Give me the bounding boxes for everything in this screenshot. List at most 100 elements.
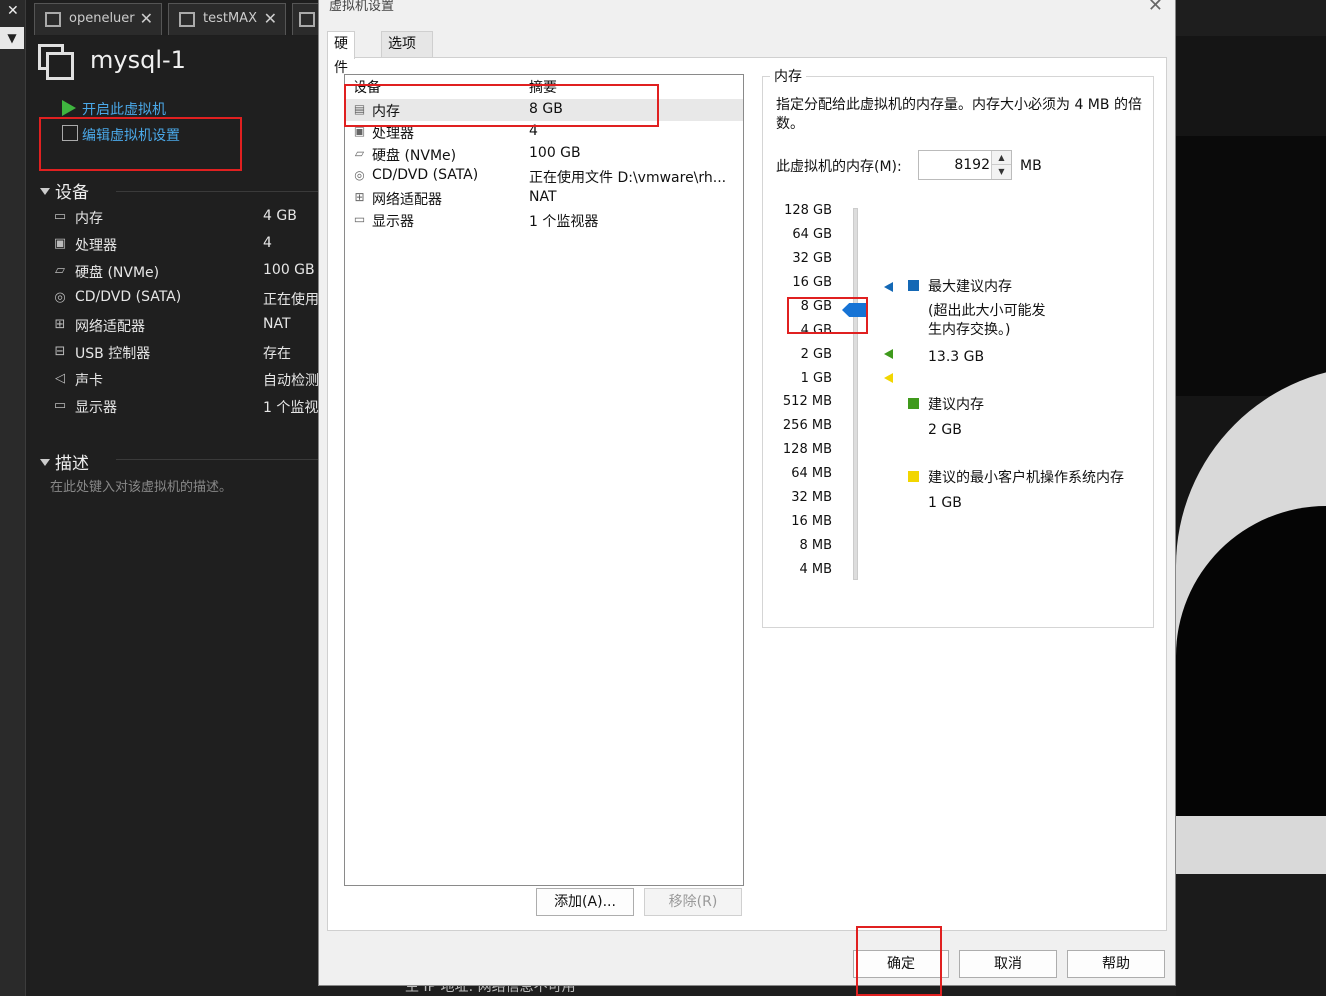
scale-label: 64 GB [792, 227, 832, 242]
device-value: 自动检测 [263, 373, 319, 389]
network-icon: ⊞ [354, 190, 365, 204]
tab-testmax[interactable]: testMAX ✕ [168, 3, 286, 35]
max-recommended-note: (超出此大小可能发生内存交换。) [928, 303, 1046, 338]
device-list[interactable]: 设备 摘要 ▤ 内存 8 GB ▣ 处理器 4 ▱ 硬盘 (NVMe) 100 GB ◎ CD… [344, 74, 744, 886]
description-section-header[interactable]: 描述 [40, 449, 89, 474]
row-summary: 1 个监视器 [529, 214, 599, 230]
row-summary: 100 GB [529, 145, 581, 161]
device-value: 存在 [263, 346, 291, 362]
row-name: 网络适配器 [372, 192, 442, 208]
device-value: 100 GB [263, 262, 315, 278]
cd-icon: ◎ [354, 168, 365, 182]
stepper-arrows: ▲ ▼ [991, 151, 1011, 179]
memory-group-label: 内存 [770, 66, 806, 86]
devices-section-header[interactable]: 设备 [40, 178, 89, 203]
blue-square-icon [908, 280, 919, 291]
scale-label: 256 MB [782, 418, 832, 433]
memory-unit: MB [1020, 158, 1042, 174]
disk-icon: ▱ [55, 263, 65, 278]
device-item-cpu[interactable]: ▣ 处理器 4 [50, 233, 320, 257]
device-item-usb[interactable]: ⊟ USB 控制器 存在 [50, 341, 320, 365]
tab-label: testMAX [203, 11, 257, 26]
cancel-button[interactable]: 取消 [959, 950, 1057, 978]
memory-description: 指定分配给此虚拟机的内存量。内存大小必须为 4 MB 的倍数。 [776, 97, 1142, 132]
memory-input[interactable] [920, 153, 990, 177]
description-header-label: 描述 [55, 454, 89, 474]
divider [116, 191, 320, 192]
device-value: 4 GB [263, 208, 297, 224]
console-background [1176, 36, 1326, 996]
memory-slider-track[interactable] [853, 208, 858, 580]
vm-running-icon [299, 12, 315, 27]
device-item-sound[interactable]: ◁ 声卡 自动检测 [50, 368, 320, 392]
device-value: 4 [263, 235, 272, 251]
cd-icon: ◎ [54, 290, 66, 305]
close-icon[interactable]: ✕ [1148, 0, 1163, 16]
min-guest-marker-icon [884, 373, 893, 383]
max-recommended-marker-icon [884, 282, 893, 292]
tab-openeluer[interactable]: openeluer ✕ [34, 3, 162, 35]
device-name: 硬盘 (NVMe) [75, 265, 160, 281]
yellow-square-icon [908, 471, 919, 482]
add-button[interactable]: 添加(A)... [536, 888, 634, 916]
vm-summary-panel: mysql-1 开启此虚拟机 编辑虚拟机设置 设备 ▭ 内存 4 GB ▣ 处理器 4 … [30, 36, 320, 996]
scale-label: 4 MB [799, 562, 832, 577]
devices-header-label: 设备 [55, 183, 89, 203]
device-row-display[interactable]: ▭ 显示器 1 个监视器 [345, 209, 743, 231]
decrement-icon[interactable]: ▼ [992, 165, 1011, 179]
vm-tabs: openeluer ✕ testMAX ✕ [30, 0, 330, 36]
scale-label: 128 GB [784, 203, 832, 218]
device-row-disk[interactable]: ▱ 硬盘 (NVMe) 100 GB [345, 143, 743, 165]
sound-icon: ◁ [55, 371, 65, 386]
increment-icon[interactable]: ▲ [992, 151, 1011, 165]
close-icon[interactable]: ✕ [7, 3, 19, 19]
scale-label: 32 GB [792, 251, 832, 266]
device-name: 网络适配器 [75, 319, 145, 335]
scale-label: 64 MB [791, 466, 832, 481]
cpu-icon: ▣ [53, 236, 67, 251]
scale-label: 1 GB [800, 371, 832, 386]
max-recommended-value: 13.3 GB [928, 349, 985, 365]
play-icon[interactable] [62, 100, 76, 116]
help-button[interactable]: 帮助 [1067, 950, 1165, 978]
row-summary: 正在使用文件 D:\vmware\rh... [529, 170, 727, 186]
memory-stepper: ▲ ▼ [918, 150, 1012, 180]
scale-label: 8 MB [799, 538, 832, 553]
dropdown-button[interactable]: ▼ [0, 27, 24, 49]
tab-label: openeluer [69, 11, 135, 26]
scale-label: 16 MB [791, 514, 832, 529]
power-on-link[interactable]: 开启此虚拟机 [82, 99, 166, 119]
usb-icon: ⊟ [54, 344, 66, 359]
device-name: CD/DVD (SATA) [75, 289, 182, 305]
display-icon: ▭ [353, 212, 366, 226]
scale-label: 16 GB [792, 275, 832, 290]
device-row-cd[interactable]: ◎ CD/DVD (SATA) 正在使用文件 D:\vmware\rh... [345, 165, 743, 187]
vm-title: mysql-1 [90, 46, 186, 74]
device-item-display[interactable]: ▭ 显示器 1 个监视 [50, 395, 320, 419]
min-guest-value: 1 GB [928, 495, 962, 511]
device-item-disk[interactable]: ▱ 硬盘 (NVMe) 100 GB [50, 260, 320, 284]
vm-icon [38, 44, 74, 80]
recommended-marker-icon [884, 349, 893, 359]
device-name: USB 控制器 [75, 346, 151, 362]
device-name: 声卡 [75, 373, 103, 389]
recommended-value: 2 GB [928, 422, 962, 438]
tab-hardware[interactable]: 硬件 [327, 31, 355, 76]
memory-field-label: 此虚拟机的内存(M): [776, 159, 902, 175]
device-item-network[interactable]: ⊞ 网络适配器 NAT [50, 314, 320, 338]
remove-button[interactable]: 移除(R) [644, 888, 742, 916]
min-guest-label: 建议的最小客户机操作系统内存 [928, 470, 1124, 486]
highlight-box [344, 84, 659, 127]
close-icon[interactable]: ✕ [264, 4, 277, 34]
device-value: 正在使用 [263, 292, 319, 308]
device-item-cd[interactable]: ◎ CD/DVD (SATA) 正在使用 [50, 287, 320, 311]
collapse-icon [40, 188, 50, 195]
recommended-label: 建议内存 [928, 397, 984, 413]
description-placeholder[interactable]: 在此处键入对该虚拟机的描述。 [50, 476, 232, 495]
device-item-memory[interactable]: ▭ 内存 4 GB [50, 206, 320, 230]
close-icon[interactable]: ✕ [140, 4, 153, 34]
highlight-box [787, 297, 868, 334]
device-row-network[interactable]: ⊞ 网络适配器 NAT [345, 187, 743, 209]
collapse-icon [40, 459, 50, 466]
tab-options[interactable]: 选项 [381, 31, 433, 57]
